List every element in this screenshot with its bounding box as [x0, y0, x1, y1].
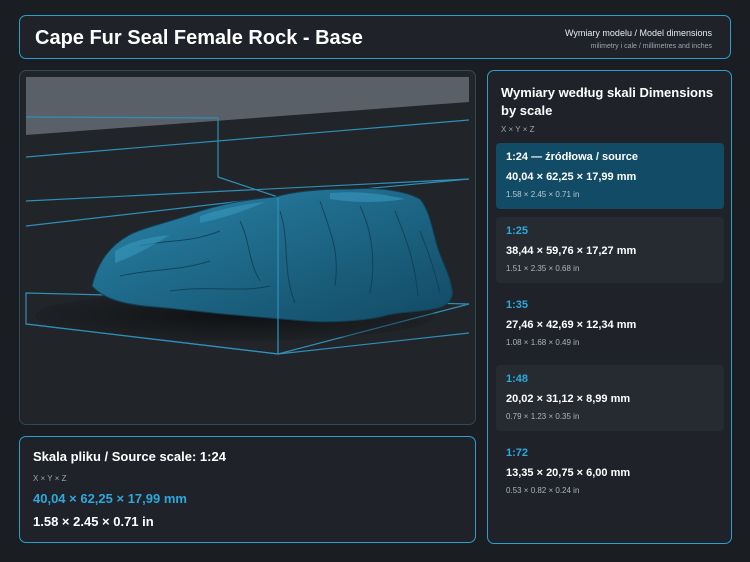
source-scale-panel: Skala pliku / Source scale: 1:24 X × Y ×…	[19, 436, 476, 543]
source-dimensions-in: 1.58 × 2.45 × 0.71 in	[33, 514, 154, 529]
scale-label: 1:25	[506, 225, 529, 237]
scale-dimensions-in: 1.08 × 1.68 × 0.49 in	[506, 338, 580, 347]
source-axes-label: X × Y × Z	[33, 474, 67, 483]
scale-card-1-35[interactable]: 1:35 27,46 × 42,69 × 12,34 mm 1.08 × 1.6…	[496, 291, 724, 357]
scale-dimensions-in: 1.58 × 2.45 × 0.71 in	[506, 190, 580, 199]
scale-card-1-24[interactable]: 1:24 — źródłowa / source 40,04 × 62,25 ×…	[496, 143, 724, 209]
rock-model	[91, 188, 453, 323]
scale-card-1-72[interactable]: 1:72 13,35 × 20,75 × 6,00 mm 0.53 × 0.82…	[496, 439, 724, 505]
scale-label: 1:72	[506, 447, 529, 459]
header-units-note: milimetry i cale / millimetres and inche…	[590, 43, 712, 50]
scale-dimensions-mm: 13,35 × 20,75 × 6,00 mm	[506, 467, 631, 479]
scale-label: 1:48	[506, 373, 529, 385]
scale-dimensions-in: 0.79 × 1.23 × 0.35 in	[506, 412, 580, 421]
scale-dimensions-in: 0.53 × 0.82 × 0.24 in	[506, 486, 580, 495]
scale-label: 1:24 — źródłowa / source	[506, 151, 639, 163]
background-plane	[26, 77, 469, 135]
scale-dimensions-mm: 40,04 × 62,25 × 17,99 mm	[506, 171, 637, 183]
header-bar: Cape Fur Seal Female Rock - Base Wymiary…	[19, 15, 731, 59]
scales-panel-title: Wymiary według skali Dimensions by scale	[501, 85, 714, 118]
scale-dimensions-mm: 20,02 × 31,12 × 8,99 mm	[506, 393, 631, 405]
scale-card-1-48[interactable]: 1:48 20,02 × 31,12 × 8,99 mm 0.79 × 1.23…	[496, 365, 724, 431]
model-viewport[interactable]	[19, 70, 476, 425]
model-render	[25, 77, 470, 355]
scale-label: 1:35	[506, 299, 529, 311]
scale-card-1-25[interactable]: 1:25 38,44 × 59,76 × 17,27 mm 1.51 × 2.3…	[496, 217, 724, 283]
header-subtitle: Wymiary modelu / Model dimensions	[565, 28, 712, 38]
scales-axes-label: X × Y × Z	[501, 125, 535, 134]
scale-dimensions-in: 1.51 × 2.35 × 0.68 in	[506, 264, 580, 273]
scale-dimensions-mm: 38,44 × 59,76 × 17,27 mm	[506, 245, 637, 257]
scale-dimensions-mm: 27,46 × 42,69 × 12,34 mm	[506, 319, 637, 331]
source-dimensions-mm: 40,04 × 62,25 × 17,99 mm	[33, 491, 187, 506]
source-scale-title: Skala pliku / Source scale: 1:24	[33, 449, 226, 464]
page-title: Cape Fur Seal Female Rock - Base	[35, 27, 363, 49]
scales-panel: Wymiary według skali Dimensions by scale…	[487, 70, 732, 544]
